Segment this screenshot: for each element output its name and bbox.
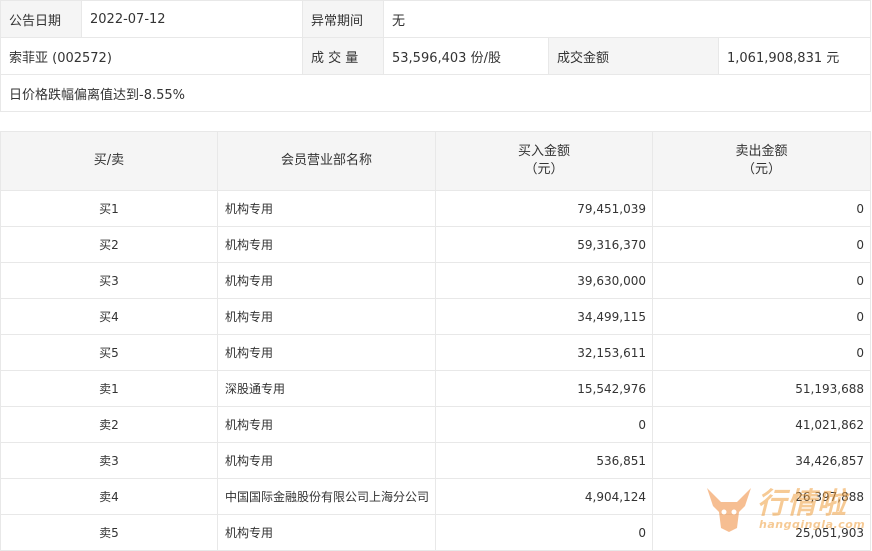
table-row: 卖2 机构专用 0 41,021,862 bbox=[0, 406, 871, 443]
cell-sell: 0 bbox=[652, 298, 871, 335]
summary-row-date: 公告日期 2022-07-12 异常期间 无 bbox=[0, 0, 872, 38]
cell-sell: 0 bbox=[652, 190, 871, 227]
cell-dept: 机构专用 bbox=[217, 514, 436, 551]
header-sell-line1: 卖出金额 bbox=[735, 144, 788, 159]
cell-sell: 51,193,688 bbox=[652, 370, 871, 407]
cell-sell: 34,426,857 bbox=[652, 442, 871, 479]
table-row: 买3 机构专用 39,630,000 0 bbox=[0, 262, 871, 299]
cell-side: 卖4 bbox=[0, 478, 218, 515]
summary-row-volume: 索菲亚 (002572) 成 交 量 53,596,403 份/股 成交金额 1… bbox=[0, 37, 872, 75]
cell-dept: 中国国际金融股份有限公司上海分公司 bbox=[217, 478, 436, 515]
cell-buy: 536,851 bbox=[435, 442, 653, 479]
trading-detail-table: 买/卖 会员营业部名称 买入金额 （元） 卖出金额 （元） 买1 机构专用 79… bbox=[0, 131, 871, 551]
cell-buy: 15,542,976 bbox=[435, 370, 653, 407]
cell-buy: 32,153,611 bbox=[435, 334, 653, 371]
amount-label: 成交金额 bbox=[548, 37, 719, 75]
cell-side: 卖5 bbox=[0, 514, 218, 551]
table-row: 卖5 机构专用 0 25,051,903 bbox=[0, 514, 871, 551]
table-row: 卖3 机构专用 536,851 34,426,857 bbox=[0, 442, 871, 479]
cell-dept: 机构专用 bbox=[217, 262, 436, 299]
cell-buy: 79,451,039 bbox=[435, 190, 653, 227]
table-row: 卖1 深股通专用 15,542,976 51,193,688 bbox=[0, 370, 871, 407]
cell-side: 买4 bbox=[0, 298, 218, 335]
header-sell: 卖出金额 （元） bbox=[652, 131, 871, 191]
header-buy-line1: 买入金额 bbox=[517, 144, 570, 159]
abnormal-period-label: 异常期间 bbox=[302, 0, 384, 38]
cell-side: 卖1 bbox=[0, 370, 218, 407]
table-row: 卖4 中国国际金融股份有限公司上海分公司 4,904,124 26,397,88… bbox=[0, 478, 871, 515]
summary-row-reason: 日价格跌幅偏离值达到-8.55% bbox=[0, 74, 872, 112]
cell-buy: 4,904,124 bbox=[435, 478, 653, 515]
volume-value: 53,596,403 份/股 bbox=[383, 37, 549, 75]
cell-buy: 34,499,115 bbox=[435, 298, 653, 335]
table-header-row: 买/卖 会员营业部名称 买入金额 （元） 卖出金额 （元） bbox=[0, 131, 871, 191]
cell-sell: 0 bbox=[652, 226, 871, 263]
header-buy-line2: （元） bbox=[524, 162, 564, 177]
amount-value: 1,061,908,831 元 bbox=[717, 37, 872, 75]
cell-side: 买3 bbox=[0, 262, 218, 299]
cell-dept: 机构专用 bbox=[217, 334, 436, 371]
cell-buy: 59,316,370 bbox=[435, 226, 653, 263]
table-row: 买1 机构专用 79,451,039 0 bbox=[0, 190, 871, 227]
abnormal-period-value: 无 bbox=[382, 0, 872, 38]
summary-table: 公告日期 2022-07-12 异常期间 无 索菲亚 (002572) 成 交 … bbox=[0, 0, 872, 112]
cell-side: 买2 bbox=[0, 226, 218, 263]
cell-dept: 机构专用 bbox=[217, 442, 436, 479]
cell-dept: 机构专用 bbox=[217, 298, 436, 335]
cell-side: 卖2 bbox=[0, 406, 218, 443]
cell-sell: 0 bbox=[652, 262, 871, 299]
header-sell-line2: （元） bbox=[741, 162, 781, 177]
cell-dept: 深股通专用 bbox=[217, 370, 436, 407]
cell-buy: 0 bbox=[435, 514, 653, 551]
volume-label: 成 交 量 bbox=[302, 37, 384, 75]
announce-date-value: 2022-07-12 bbox=[81, 0, 303, 38]
table-row: 买5 机构专用 32,153,611 0 bbox=[0, 334, 871, 371]
cell-side: 买5 bbox=[0, 334, 218, 371]
cell-sell: 26,397,888 bbox=[652, 478, 871, 515]
header-side: 买/卖 bbox=[0, 131, 218, 191]
cell-dept: 机构专用 bbox=[217, 190, 436, 227]
reason-text: 日价格跌幅偏离值达到-8.55% bbox=[0, 74, 872, 112]
announce-date-label: 公告日期 bbox=[0, 0, 82, 38]
header-buy: 买入金额 （元） bbox=[435, 131, 653, 191]
cell-side: 买1 bbox=[0, 190, 218, 227]
cell-sell: 41,021,862 bbox=[652, 406, 871, 443]
table-row: 买4 机构专用 34,499,115 0 bbox=[0, 298, 871, 335]
cell-side: 卖3 bbox=[0, 442, 218, 479]
cell-sell: 25,051,903 bbox=[652, 514, 871, 551]
cell-dept: 机构专用 bbox=[217, 406, 436, 443]
header-dept: 会员营业部名称 bbox=[217, 131, 436, 191]
table-row: 买2 机构专用 59,316,370 0 bbox=[0, 226, 871, 263]
cell-sell: 0 bbox=[652, 334, 871, 371]
cell-buy: 39,630,000 bbox=[435, 262, 653, 299]
cell-buy: 0 bbox=[435, 406, 653, 443]
stock-name: 索菲亚 (002572) bbox=[0, 37, 303, 75]
cell-dept: 机构专用 bbox=[217, 226, 436, 263]
